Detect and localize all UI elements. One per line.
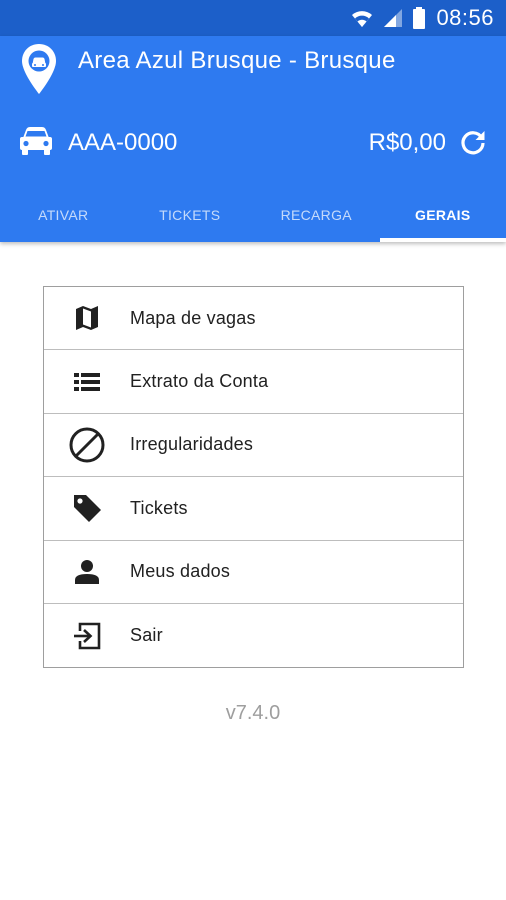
tab-ativar[interactable]: ATIVAR xyxy=(0,188,127,242)
map-pin-car-icon xyxy=(20,42,58,101)
tab-gerais[interactable]: GERAIS xyxy=(379,188,506,242)
menu-label: Meus dados xyxy=(130,561,231,582)
menu-item-mapa-de-vagas[interactable]: Mapa de vagas xyxy=(44,287,463,351)
signal-icon xyxy=(382,7,404,29)
menu-label: Irregularidades xyxy=(130,434,254,455)
location-title: Area Azul Brusque - Brusque xyxy=(78,47,396,74)
tab-recarga[interactable]: RECARGA xyxy=(253,188,380,242)
refresh-icon[interactable] xyxy=(458,128,488,163)
tag-icon xyxy=(44,492,130,524)
location-row[interactable]: Area Azul Brusque - Brusque xyxy=(0,36,506,96)
vehicle-plate[interactable]: AAA-0000 xyxy=(68,129,177,157)
menu-label: Sair xyxy=(130,625,163,646)
menu-item-meus-dados[interactable]: Meus dados xyxy=(44,541,463,604)
status-bar: 08:56 xyxy=(0,0,506,36)
map-icon xyxy=(44,304,130,332)
exit-icon xyxy=(44,621,130,651)
menu-item-tickets[interactable]: Tickets xyxy=(44,477,463,541)
wifi-icon xyxy=(350,7,374,29)
general-menu: Mapa de vagas Extrato da Conta Irregular… xyxy=(43,286,464,669)
menu-item-irregularidades[interactable]: Irregularidades xyxy=(44,414,463,478)
block-icon xyxy=(44,426,130,464)
menu-item-sair[interactable]: Sair xyxy=(44,604,463,667)
account-balance: R$0,00 xyxy=(368,129,446,156)
tab-bar: ATIVAR TICKETS RECARGA GERAIS xyxy=(0,188,506,242)
menu-label: Extrato da Conta xyxy=(130,371,269,392)
battery-icon xyxy=(412,6,426,30)
person-icon xyxy=(44,558,130,586)
car-icon xyxy=(18,124,54,163)
status-time: 08:56 xyxy=(436,5,494,30)
menu-item-extrato-da-conta[interactable]: Extrato da Conta xyxy=(44,350,463,414)
app-header: Area Azul Brusque - Brusque AAA-0000 R$0… xyxy=(0,36,506,242)
app-version: v7.4.0 xyxy=(225,702,281,724)
menu-label: Tickets xyxy=(130,497,188,518)
menu-label: Mapa de vagas xyxy=(130,307,256,328)
tab-tickets[interactable]: TICKETS xyxy=(127,188,254,242)
vehicle-row: AAA-0000 R$0,00 xyxy=(0,116,506,172)
list-icon xyxy=(44,371,130,393)
